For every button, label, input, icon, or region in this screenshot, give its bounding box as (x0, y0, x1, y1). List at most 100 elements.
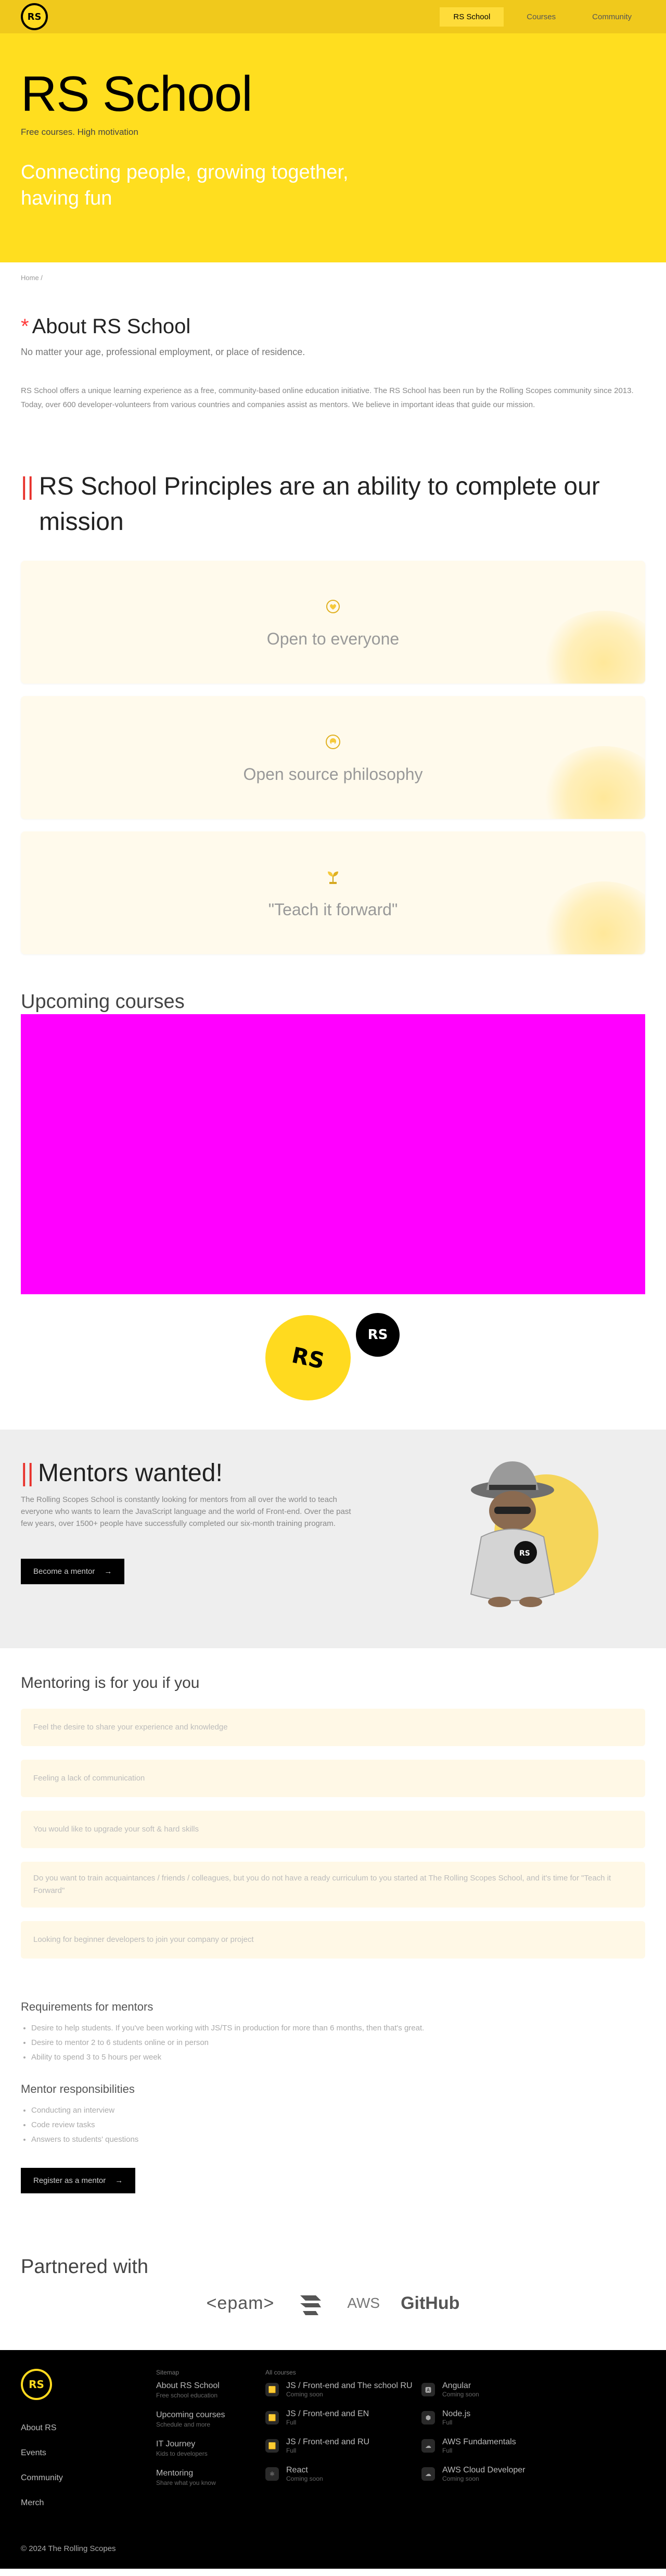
footer-sitemap-link[interactable]: Mentoring Share what you know (156, 2469, 265, 2486)
double-bar-icon: || (21, 1459, 34, 1487)
requirements-title: Requirements for mentors (21, 2000, 153, 2013)
react-icon: ⚛ (265, 2467, 279, 2481)
list-item: Desire to mentor 2 to 6 students online … (31, 2036, 645, 2050)
angular-icon: 🅰 (421, 2383, 435, 2396)
link-title: Upcoming courses (156, 2410, 225, 2419)
rs-logo[interactable]: RS (21, 3, 48, 30)
course-title: JS / Front-end and RU (286, 2438, 370, 2446)
heart-hand-icon (323, 596, 343, 617)
card-glow (541, 881, 645, 954)
breadcrumb[interactable]: Home / (21, 262, 645, 282)
arrow-right-icon: → (104, 1567, 112, 1576)
course-status: Full (286, 2447, 297, 2454)
principle-label: Open to everyone (266, 629, 400, 648)
principle-card: "Teach it forward" (21, 831, 645, 954)
footer-course-link[interactable]: 🟨 JS / Front-end and EN Full (265, 2409, 421, 2426)
nodejs-icon: ⬢ (421, 2411, 435, 2425)
mentors-title: || Mentors wanted! (21, 1459, 354, 1487)
aws-icon: ☁ (421, 2467, 435, 2481)
course-title: AWS Fundamentals (442, 2438, 516, 2446)
register-mentor-button[interactable]: Register as a mentor → (21, 2168, 136, 2193)
card-glow (541, 611, 645, 684)
footer-course-link[interactable]: ☁ AWS Fundamentals Full (421, 2438, 578, 2454)
rs-logos-row: RS RS (21, 1294, 645, 1430)
partners-section: Partnered with <epam> AWS GitHub (21, 2193, 645, 2350)
upcoming-title: Upcoming courses (21, 991, 185, 1013)
link-title: Mentoring (156, 2469, 194, 2478)
course-title: AWS Cloud Developer (442, 2466, 526, 2474)
nav-community[interactable]: Community (579, 7, 645, 27)
footer-course-link[interactable]: 🟨 JS / Front-end and RU Full (265, 2438, 421, 2454)
partners-title: Partnered with (21, 2256, 149, 2278)
footer-link-merch[interactable]: Merch (21, 2491, 156, 2516)
plant-icon (323, 867, 343, 888)
principles-title-text: RS School Principles are an ability to c… (39, 473, 600, 536)
footer-link-about[interactable]: About RS (21, 2416, 156, 2441)
become-mentor-button[interactable]: Become a mentor → (21, 1559, 125, 1584)
aws-icon: ☁ (421, 2439, 435, 2453)
course-title: JS / Front-end and EN (286, 2409, 369, 2418)
rs-big-logo-text: RS (289, 1342, 327, 1374)
footer-course-link[interactable]: ⬢ Node.js Full (421, 2409, 578, 2426)
footer-link-community[interactable]: Community (21, 2466, 156, 2491)
footer-course-link[interactable]: ☁ AWS Cloud Developer Coming soon (421, 2466, 578, 2482)
principles-section: || RS School Principles are an ability to… (21, 412, 645, 954)
footer-sitemap-link[interactable]: About RS School Free school education (156, 2381, 265, 2399)
asterisk-icon: * (21, 315, 29, 338)
list-item: Feeling a lack of communication (21, 1760, 645, 1797)
course-title: Angular (442, 2381, 471, 2390)
footer-logo-text: RS (23, 2371, 50, 2398)
footer-course-link[interactable]: 🟨 JS / Front-end and The school RU Coming … (265, 2381, 421, 2398)
js-icon: 🟨 (265, 2439, 279, 2453)
for-you-title: Mentoring is for you if you (21, 1674, 200, 1691)
course-status: Full (442, 2447, 453, 2454)
principle-label: Open source philosophy (243, 764, 423, 784)
principles-title: || RS School Principles are an ability to… (21, 469, 645, 540)
rs-small-logo: RS (356, 1313, 400, 1357)
about-intro: No matter your age, professional employm… (21, 347, 305, 357)
mentors-title-text: Mentors wanted! (37, 1459, 223, 1487)
course-status: Coming soon (442, 2475, 479, 2482)
rolling-scopes-logo-icon[interactable] (295, 2288, 326, 2319)
nav-rs-school[interactable]: RS School (440, 7, 504, 27)
top-header: RS RS School Courses Community (0, 0, 666, 33)
link-subtitle: Kids to developers (156, 2450, 208, 2457)
link-subtitle: Schedule and more (156, 2421, 211, 2428)
nav-courses[interactable]: Courses (513, 7, 569, 27)
footer-course-link[interactable]: ⚛ React Coming soon (265, 2466, 421, 2482)
list-item: Desire to help students. If you've been … (31, 2021, 645, 2036)
requirements-section: Requirements for mentors Desire to help … (21, 1959, 645, 2193)
footer-sitemap-head: Sitemap (156, 2369, 180, 2376)
list-item: Code review tasks (31, 2118, 645, 2132)
card-glow (541, 746, 645, 819)
footer-link-events[interactable]: Events (21, 2441, 156, 2466)
footer-rs-logo[interactable]: RS (21, 2369, 52, 2400)
footer-sitemap-link[interactable]: IT Journey Kids to developers (156, 2440, 265, 2457)
aws-logo[interactable]: AWS (347, 2295, 380, 2312)
github-logo[interactable]: GitHub (401, 2293, 459, 2314)
course-status: Full (442, 2419, 453, 2426)
footer-course-link[interactable]: 🅰 Angular Coming soon (421, 2381, 578, 2398)
epam-logo[interactable]: <epam> (207, 2293, 275, 2314)
list-item: You would like to upgrade your soft & ha… (21, 1811, 645, 1848)
footer: RS About RS Events Community Merch Sitem… (0, 2350, 666, 2569)
footer-sitemap-link[interactable]: Upcoming courses Schedule and more (156, 2410, 265, 2428)
mascot-badge-text: RS (519, 1549, 530, 1558)
course-title: JS / Front-end and The school RU (286, 2381, 413, 2390)
link-title: IT Journey (156, 2440, 196, 2448)
link-title: About RS School (156, 2381, 220, 2390)
about-section: * About RS School No matter your age, pro… (21, 282, 645, 412)
for-you-section: Mentoring is for you if you Feel the des… (21, 1648, 645, 1959)
course-title: React (286, 2466, 308, 2474)
list-item: Answers to students' questions (31, 2132, 645, 2147)
principle-label: "Teach it forward" (268, 900, 398, 919)
main-nav: RS School Courses Community (440, 7, 645, 27)
principle-card: Open source philosophy (21, 696, 645, 819)
hero-slogan: Connecting people, growing together, hav… (21, 161, 349, 209)
open-source-icon (323, 731, 343, 752)
responsibilities-title: Mentor responsibilities (21, 2082, 135, 2095)
course-title: Node.js (442, 2409, 471, 2418)
link-subtitle: Share what you know (156, 2479, 216, 2486)
mentors-section: || Mentors wanted! The Rolling Scopes Sch… (0, 1430, 666, 1648)
list-item: Ability to spend 3 to 5 hours per week (31, 2050, 645, 2065)
